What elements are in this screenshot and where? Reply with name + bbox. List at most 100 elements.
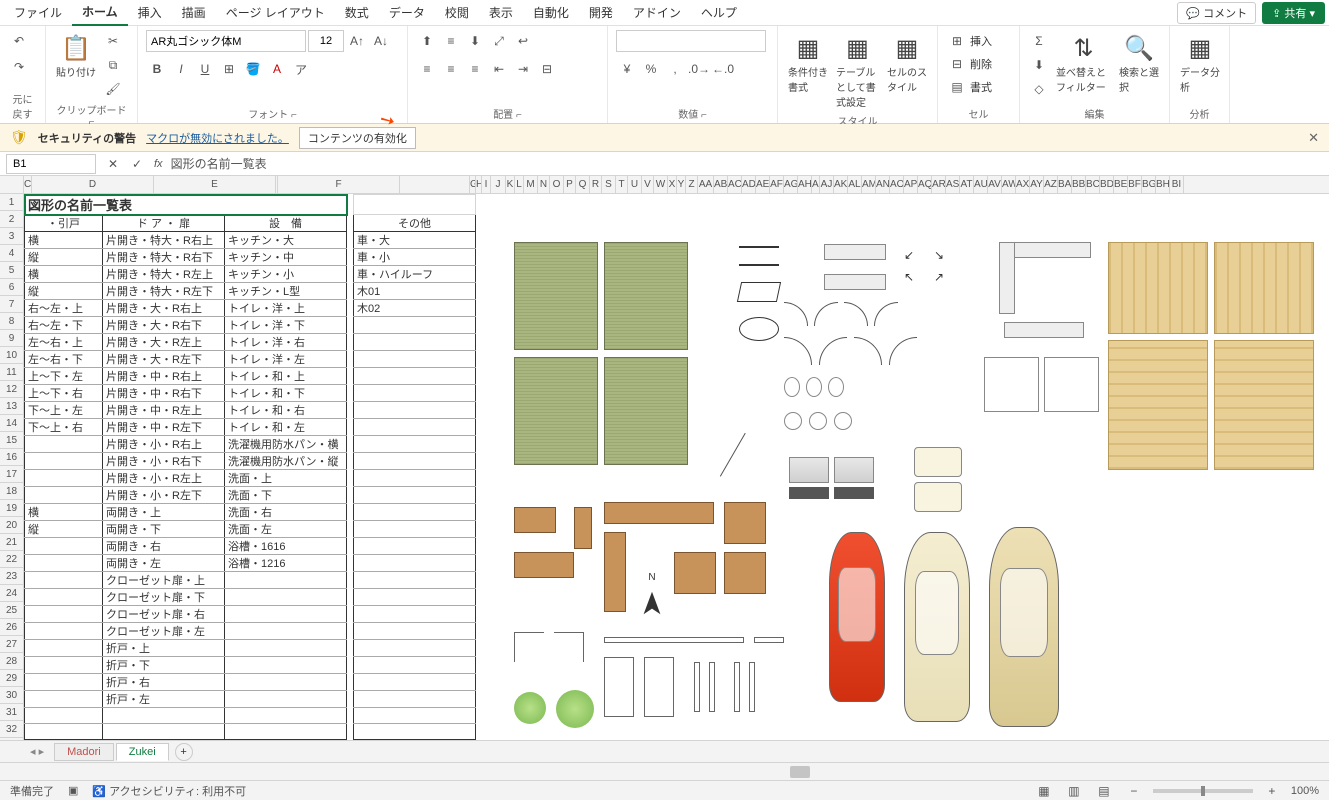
table-cell[interactable]: 洗面・左 xyxy=(225,521,347,538)
zoom-percent[interactable]: 100% xyxy=(1291,785,1319,797)
tatami-shape[interactable] xyxy=(514,242,598,350)
row-header[interactable]: 22 xyxy=(0,551,23,568)
accept-formula-button[interactable]: ✓ xyxy=(126,153,148,175)
table-cell[interactable]: 片開き・特大・R左下 xyxy=(103,283,225,300)
column-header[interactable]: O xyxy=(550,176,564,193)
door-arc-shape[interactable] xyxy=(874,302,898,326)
table-cell[interactable] xyxy=(354,385,476,402)
table-cell[interactable] xyxy=(225,606,347,623)
table-cell[interactable] xyxy=(25,674,103,691)
stair-shape[interactable] xyxy=(724,552,766,594)
table-cell[interactable]: トイレ・洋・左 xyxy=(225,351,347,368)
door-arc-shape[interactable] xyxy=(854,337,882,365)
tab-file[interactable]: ファイル xyxy=(4,0,72,25)
stair-shape[interactable] xyxy=(514,507,556,533)
column-header[interactable]: K xyxy=(506,176,515,193)
table-cell[interactable] xyxy=(25,724,103,740)
accessibility-status[interactable]: ♿ アクセシビリティ: 利用不可 xyxy=(92,783,246,799)
warning-message-link[interactable]: マクロが無効にされました。 xyxy=(146,130,289,146)
arrow-shape[interactable]: ↘ xyxy=(934,248,944,262)
table-cell[interactable]: 右～左・下 xyxy=(25,317,103,334)
window-shape[interactable] xyxy=(737,282,781,302)
view-pagelayout-button[interactable]: ▥ xyxy=(1063,780,1085,802)
merge-button[interactable]: ⊟ xyxy=(536,58,558,80)
select-all-corner[interactable] xyxy=(0,176,24,194)
column-header[interactable]: AB xyxy=(714,176,728,193)
zoom-out-button[interactable]: − xyxy=(1123,780,1145,802)
macro-rec-icon[interactable]: ▣ xyxy=(68,784,78,797)
underline-button[interactable]: U xyxy=(194,58,216,80)
table-cell[interactable]: 下～上・右 xyxy=(25,419,103,436)
row-header[interactable]: 11 xyxy=(0,364,23,381)
table-cell[interactable] xyxy=(225,691,347,708)
table-cell[interactable] xyxy=(354,572,476,589)
table-cell[interactable]: 洗濯機用防水パン・縦 xyxy=(225,453,347,470)
table-cell[interactable]: 片開き・特大・R左上 xyxy=(103,266,225,283)
share-button[interactable]: ⇪ 共有 ▾ xyxy=(1262,2,1325,24)
door-arc-shape[interactable] xyxy=(784,302,808,326)
closet-shape[interactable] xyxy=(1044,357,1099,412)
row-header[interactable]: 5 xyxy=(0,262,23,279)
table-cell[interactable]: 片開き・大・R左上 xyxy=(103,334,225,351)
tab-home[interactable]: ホーム xyxy=(72,0,128,26)
table-cell[interactable] xyxy=(354,724,476,740)
table-cell[interactable]: 上～下・左 xyxy=(25,368,103,385)
fold-door-shape[interactable] xyxy=(644,657,674,717)
column-header[interactable]: AK xyxy=(834,176,848,193)
table-cell[interactable]: 片開き・小・R左下 xyxy=(103,487,225,504)
washer-pan-shape[interactable] xyxy=(834,457,874,483)
table-cell[interactable] xyxy=(354,538,476,555)
stair-shape[interactable] xyxy=(604,502,714,524)
table-cell[interactable]: 左～右・下 xyxy=(25,351,103,368)
bath-shape[interactable] xyxy=(914,447,962,477)
horizontal-scrollbar[interactable] xyxy=(0,762,1329,780)
cell-style-button[interactable]: ▦セルのスタイル xyxy=(885,30,929,96)
kitchen-l-shape[interactable] xyxy=(999,242,1015,314)
column-header[interactable]: AI xyxy=(812,176,820,193)
inc-decimal-button[interactable]: .0→ xyxy=(688,58,710,80)
row-header[interactable]: 23 xyxy=(0,568,23,585)
column-header[interactable]: AF xyxy=(770,176,784,193)
column-header[interactable]: W xyxy=(654,176,668,193)
column-header[interactable]: AV xyxy=(988,176,1002,193)
table-cell[interactable] xyxy=(225,589,347,606)
table-cell[interactable] xyxy=(225,724,347,740)
row-header[interactable]: 9 xyxy=(0,330,23,347)
stair-shape[interactable] xyxy=(674,552,716,594)
kitchen-shape[interactable] xyxy=(824,244,886,260)
column-header[interactable]: N xyxy=(538,176,550,193)
table-cell[interactable]: 片開き・小・R左上 xyxy=(103,470,225,487)
comma-button[interactable]: , xyxy=(664,58,686,80)
closet-door-shape[interactable] xyxy=(554,632,584,662)
column-header[interactable]: C xyxy=(24,176,32,193)
table-cell[interactable] xyxy=(354,334,476,351)
table-cell[interactable]: トイレ・和・右 xyxy=(225,402,347,419)
column-headers[interactable]: CDEFGHIJKLMNOPQRSTUVWXYZAAABACADAEAFAGAH… xyxy=(24,176,1329,194)
table-cell[interactable] xyxy=(354,487,476,504)
column-header[interactable]: AE xyxy=(756,176,770,193)
table-cell[interactable]: 左～右・上 xyxy=(25,334,103,351)
arrow-shape[interactable]: ↗ xyxy=(934,270,944,284)
fold-door-shape[interactable] xyxy=(734,662,740,712)
car-shape[interactable] xyxy=(904,532,970,722)
table-cell[interactable]: トイレ・洋・下 xyxy=(225,317,347,334)
row-header[interactable]: 25 xyxy=(0,602,23,619)
door-arc-shape[interactable] xyxy=(889,337,917,365)
table-cell[interactable]: 横 xyxy=(25,266,103,283)
table-cell[interactable]: 洗面・右 xyxy=(225,504,347,521)
table-cell[interactable]: トイレ・洋・上 xyxy=(225,300,347,317)
stair-shape[interactable] xyxy=(514,552,574,578)
percent-button[interactable]: % xyxy=(640,58,662,80)
column-header[interactable]: J xyxy=(491,176,506,193)
wood-floor-shape[interactable] xyxy=(1214,242,1314,334)
column-header[interactable]: AP xyxy=(904,176,918,193)
column-header[interactable]: F xyxy=(278,176,400,193)
row-header[interactable]: 29 xyxy=(0,670,23,687)
view-pagebreak-button[interactable]: ▤ xyxy=(1093,780,1115,802)
table-cell[interactable]: 下～上・左 xyxy=(25,402,103,419)
column-header[interactable]: AR xyxy=(932,176,946,193)
row-header[interactable]: 7 xyxy=(0,296,23,313)
table-cell[interactable]: 洗濯機用防水パン・横 xyxy=(225,436,347,453)
row-header[interactable]: 1 xyxy=(0,194,23,211)
align-center-button[interactable]: ≡ xyxy=(440,58,462,80)
